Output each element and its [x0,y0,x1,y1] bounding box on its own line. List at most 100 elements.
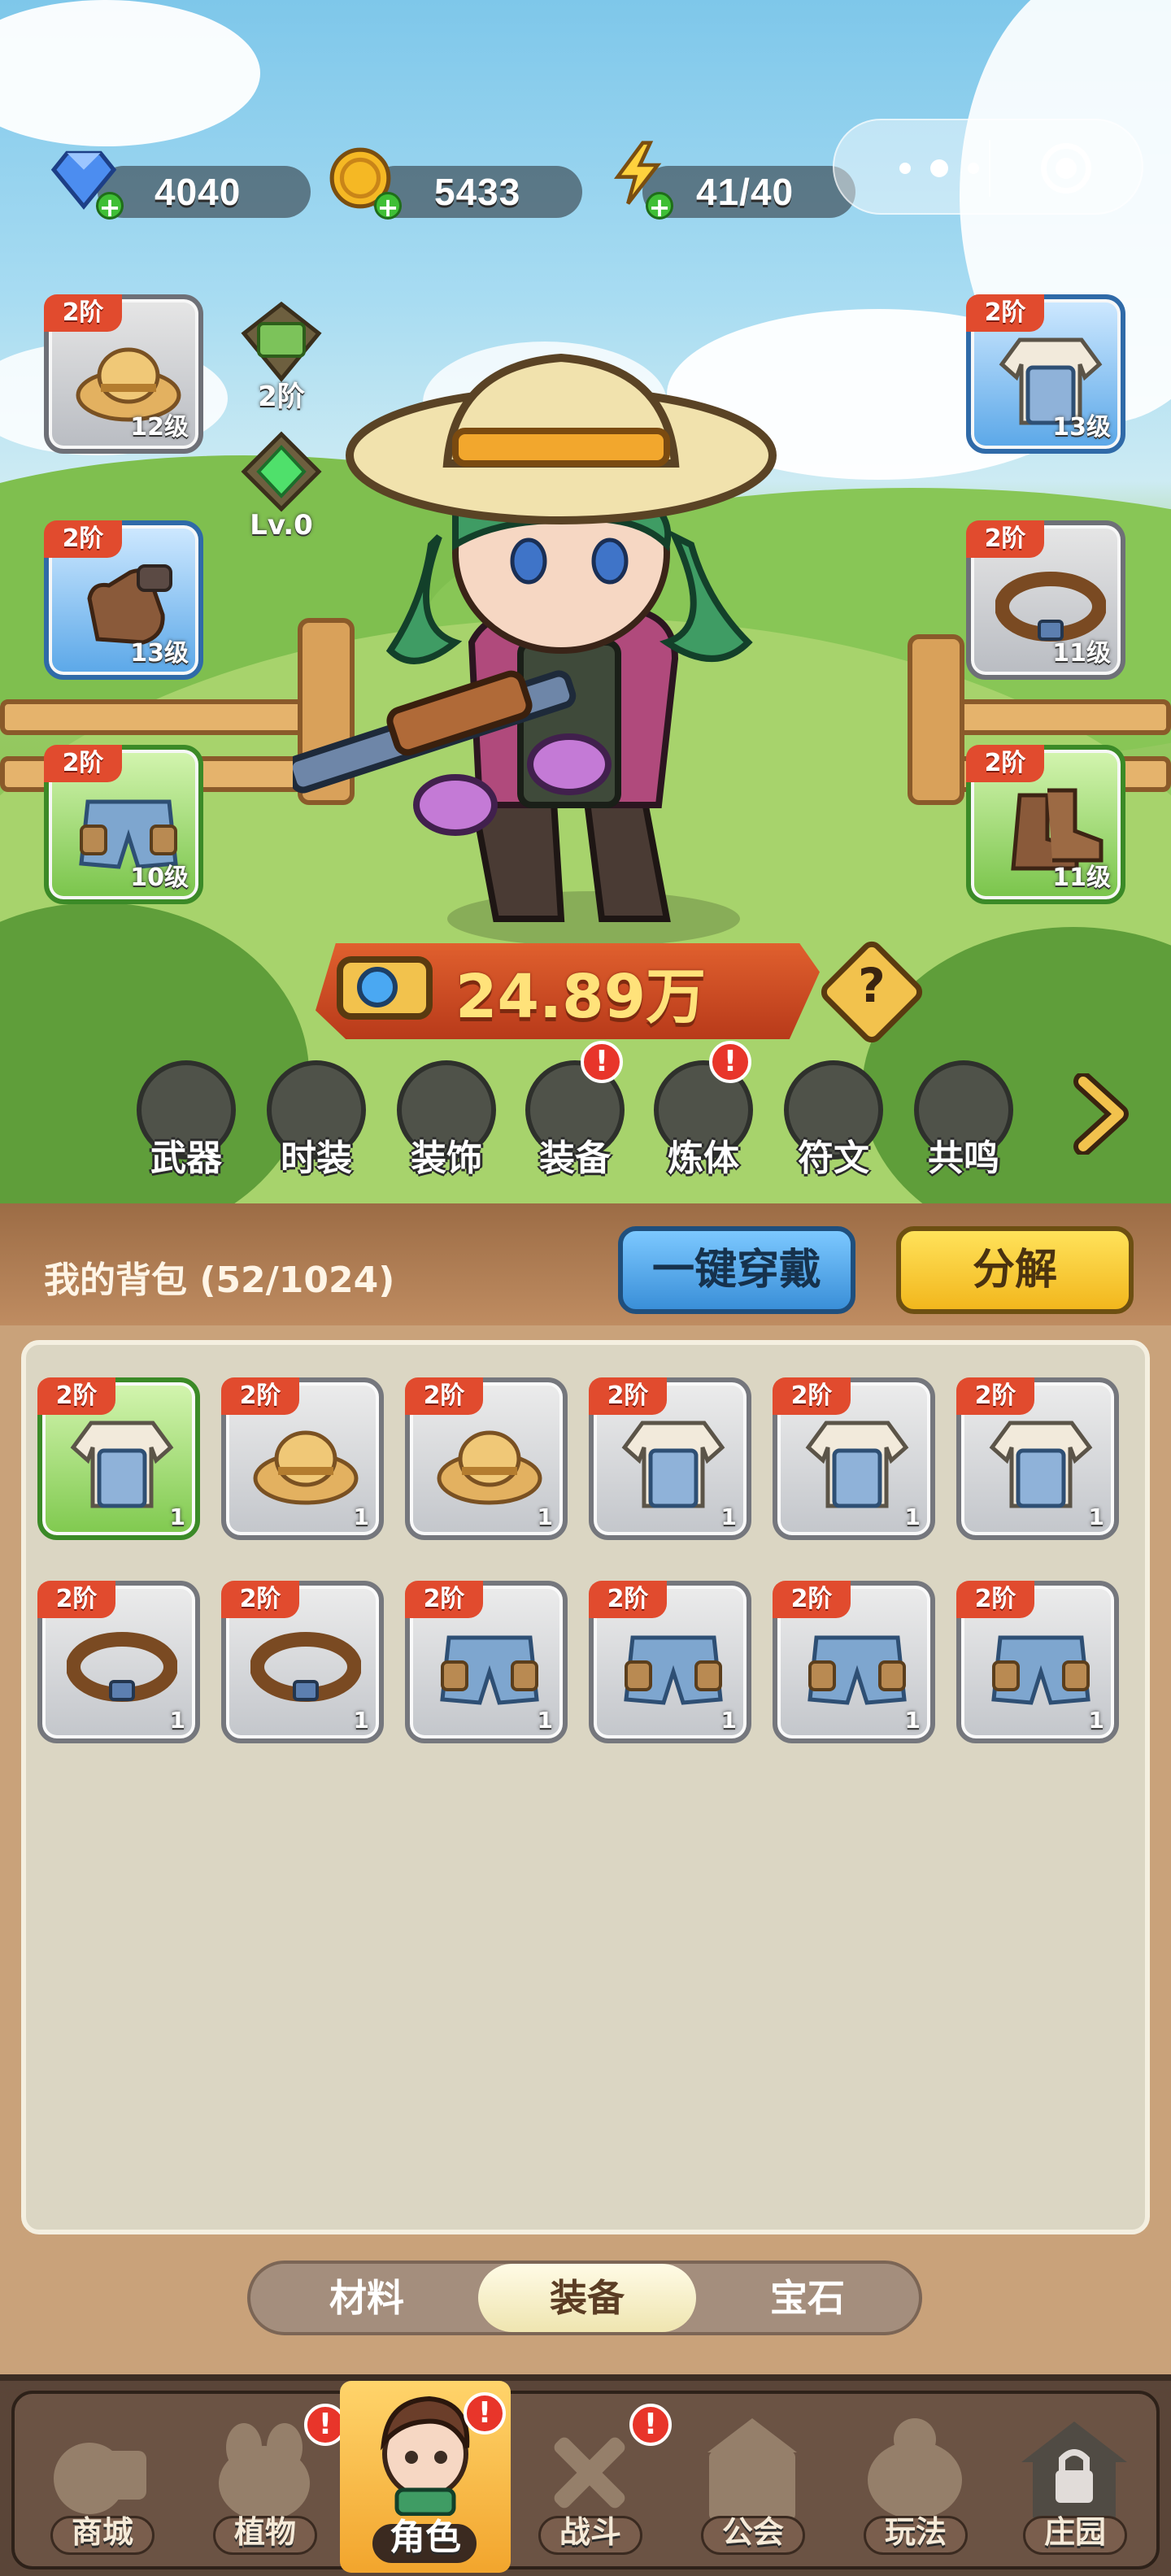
inventory-panel: 我的背包 (52/1024) 一键穿戴 分解 2阶 1 2阶 1 2阶 1 2阶… [0,1203,1171,2374]
nav-battle[interactable]: ! 战斗 [511,2402,672,2565]
shorts-icon [808,1635,907,1705]
shorts-icon [624,1635,723,1705]
bag-item[interactable]: 2阶 1 [956,1377,1119,1540]
func-label: 时装 [281,1138,352,1179]
bag-item[interactable]: 2阶 1 [405,1581,568,1743]
coin-counter[interactable]: 5433 [369,166,582,218]
bag-item[interactable]: 2阶 1 [589,1377,751,1540]
tab-equipment[interactable]: 装备 [478,2264,696,2332]
tab-gems[interactable]: 宝石 [701,2264,914,2332]
nav-guild[interactable]: 公会 [673,2402,833,2565]
tier-badge: 2阶 [966,745,1044,782]
decompose-button[interactable]: 分解 [896,1226,1134,1314]
func-equip[interactable]: ! 装备 [522,1041,628,1182]
bag-item[interactable]: 2阶 1 [37,1377,200,1540]
quantity: 1 [169,1707,185,1734]
bag-item[interactable]: 2阶 1 [773,1377,935,1540]
panel-header: 我的背包 (52/1024) 一键穿戴 分解 [0,1203,1171,1325]
power-emblem-icon [337,956,433,1020]
tier-badge: 2阶 [44,294,122,332]
close-target-icon[interactable] [1041,143,1091,194]
bag-item[interactable]: 2阶 1 [405,1377,568,1540]
nav-shop[interactable]: 商城 [23,2402,182,2565]
level-label: 11级 [1052,639,1111,668]
tier-badge: 2阶 [44,745,122,782]
bag-item[interactable]: 2阶 1 [773,1581,935,1743]
nav-plants[interactable]: ! 植物 [185,2402,346,2565]
func-outfit[interactable]: 时装 [263,1060,369,1182]
bag-title: 我的背包 (52/1024) [44,1260,395,1301]
nav-label: 庄园 [1043,2514,1106,2550]
overalls-shirt-icon [989,1421,1093,1508]
help-icon: ? [858,958,886,1013]
nav-label: 公会 [721,2514,784,2550]
func-rune[interactable]: 符文 [781,1060,886,1182]
add-coin-icon[interactable]: + [374,192,402,220]
quantity: 1 [720,1503,737,1530]
energy-value: 41/40 [696,171,794,213]
nav-manor[interactable]: 庄园 [995,2402,1155,2565]
bag-item[interactable]: 2阶 1 [221,1581,384,1743]
level-label: 10级 [130,864,189,892]
bottom-nav-bar: 商城 ! 植物 ! 角色 ! 战斗 公会 玩法 庄园 [11,2381,1160,2573]
bag-item[interactable]: 2阶 1 [37,1581,200,1743]
bottom-nav: 商城 ! 植物 ! 角色 ! 战斗 公会 玩法 庄园 [0,2374,1171,2576]
bag-item[interactable]: 2阶 1 [221,1377,384,1540]
func-weapon[interactable]: 武器 [133,1060,239,1182]
equip-slot-boots[interactable]: 2阶 11级 [966,745,1125,904]
shorts-icon [991,1635,1090,1705]
func-body[interactable]: ! 炼体 [651,1041,756,1182]
equip-slot-shorts[interactable]: 2阶 10级 [44,745,203,904]
quantity: 1 [904,1503,921,1530]
bag-item[interactable]: 2阶 1 [956,1581,1119,1743]
bag-item[interactable]: 2阶 1 [589,1581,751,1743]
fence-rail [0,699,342,735]
tier-badge: 2阶 [589,1377,667,1415]
nav-label: 玩法 [884,2514,947,2550]
diamond-value: 4040 [155,171,242,213]
alert-badge: ! [581,1041,623,1083]
diamond-counter[interactable]: 4040 [98,166,311,218]
tier-badge: 2阶 [966,294,1044,332]
tier-badge: 2阶 [956,1581,1034,1618]
equip-slot-belt[interactable]: 2阶 11级 [966,520,1125,680]
tier-badge: 2阶 [589,1581,667,1618]
equip-slot-hat[interactable]: 2阶 12级 [44,294,203,454]
func-label: 炼体 [668,1138,739,1179]
energy-counter[interactable]: 41/40 [642,166,855,218]
level-label: 13级 [130,639,189,668]
tier-badge: 2阶 [221,1581,299,1618]
nav-character[interactable]: ! 角色 [340,2381,511,2573]
alert-badge: ! [464,2392,506,2435]
bag-tabbar: 材料 装备 宝石 [247,2261,922,2335]
quantity: 1 [904,1707,921,1734]
func-label: 装饰 [411,1138,482,1179]
func-label: 装备 [539,1138,611,1179]
func-decor[interactable]: 装饰 [394,1060,499,1182]
nav-label: 战斗 [559,2514,621,2550]
level-label: 12级 [130,413,189,442]
more-dots-icon[interactable] [895,148,992,189]
tier-badge: 2阶 [966,520,1044,558]
tier-badge: 2阶 [405,1581,483,1618]
tier-badge: 2阶 [37,1377,115,1415]
chevron-right-icon[interactable] [1069,1073,1134,1155]
equip-slot-glove[interactable]: 2阶 13级 [44,520,203,680]
overalls-shirt-icon [805,1421,909,1508]
add-diamond-icon[interactable]: + [96,192,124,220]
tier-badge: 2阶 [773,1581,851,1618]
equip-slot-shirt[interactable]: 2阶 13级 [966,294,1125,454]
straw-hat-icon [253,1430,359,1505]
quantity: 1 [537,1503,553,1530]
fence-post [908,634,964,805]
quantity: 1 [720,1707,737,1734]
tab-materials[interactable]: 材料 [260,2264,473,2332]
add-energy-icon[interactable]: + [646,192,673,220]
miniprogram-capsule [833,119,1143,215]
func-resonance[interactable]: 共鸣 [911,1060,1016,1182]
quantity: 1 [169,1503,185,1530]
quantity: 1 [353,1707,369,1734]
nav-gameplay[interactable]: 玩法 [836,2402,995,2565]
wear-all-button[interactable]: 一键穿戴 [618,1226,855,1314]
bag-grid: 2阶 1 2阶 1 2阶 1 2阶 1 2阶 1 2阶 1 2阶 1 2阶 1 … [21,1340,1150,2234]
